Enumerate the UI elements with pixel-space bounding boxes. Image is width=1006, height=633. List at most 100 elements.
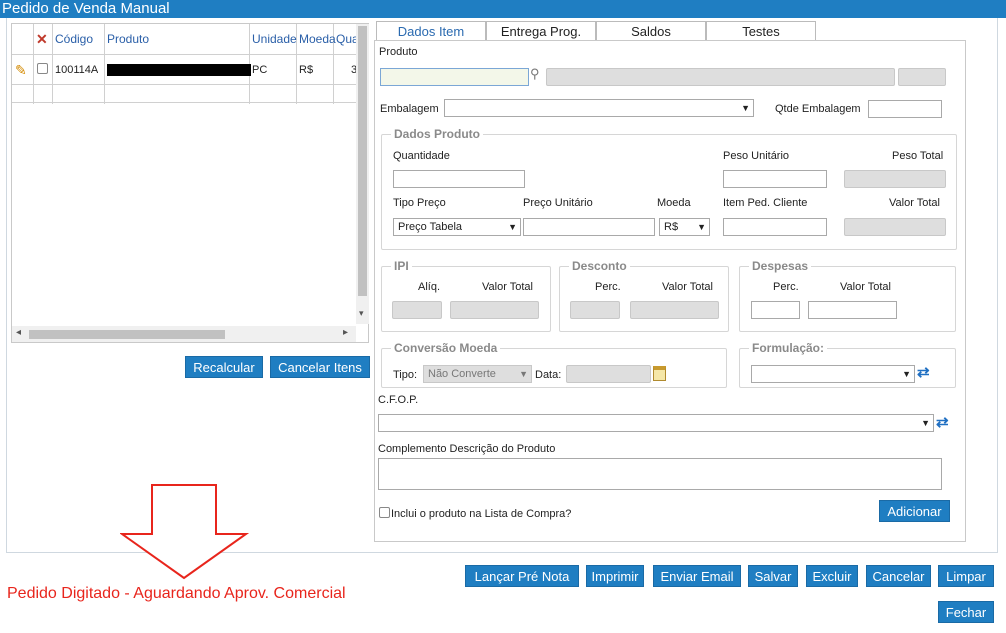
embalagem-label: Embalagem: [380, 103, 439, 115]
chevron-down-icon: ▼: [697, 222, 706, 232]
enviar-email-button[interactable]: Enviar Email: [653, 565, 741, 587]
scroll-left-arrow-icon[interactable]: ◂: [16, 327, 21, 338]
valor-total-label: Valor Total: [889, 197, 940, 209]
vertical-scroll-thumb[interactable]: [358, 26, 367, 296]
cancelar-itens-button[interactable]: Cancelar Itens: [270, 356, 370, 378]
header-codigo[interactable]: Código: [55, 24, 93, 54]
status-message: Pedido Digitado - Aguardando Aprov. Come…: [7, 585, 346, 602]
chevron-down-icon: ▼: [519, 369, 528, 379]
produto-extra-field: [898, 68, 946, 86]
cfop-label: C.F.O.P.: [378, 394, 419, 406]
qtde-embalagem-input[interactable]: [868, 100, 942, 118]
vertical-scrollbar[interactable]: ▾: [356, 24, 369, 324]
preco-unitario-label: Preço Unitário: [523, 197, 593, 209]
tab-saldos[interactable]: Saldos: [596, 21, 706, 41]
conversao-tipo-label: Tipo:: [393, 369, 418, 381]
moeda-select[interactable]: R$ ▼: [659, 218, 710, 236]
tab-testes[interactable]: Testes: [706, 21, 816, 41]
inclui-lista-checkbox[interactable]: [379, 507, 390, 518]
tab-dados-item[interactable]: Dados Item: [376, 21, 486, 41]
desconto-valor-total-field: [630, 301, 719, 319]
chevron-down-icon: ▼: [508, 222, 517, 232]
despesas-fieldset: [739, 266, 956, 332]
ipi-valor-total-label: Valor Total: [482, 281, 533, 293]
desconto-perc-field: [570, 301, 620, 319]
header-unidade[interactable]: Unidade: [252, 24, 297, 54]
item-ped-cliente-input[interactable]: [723, 218, 827, 236]
chevron-down-icon: ▼: [902, 369, 911, 379]
formulacao-legend: Formulação:: [749, 341, 828, 355]
peso-unitario-label: Peso Unitário: [723, 150, 790, 162]
ipi-aliq-field: [392, 301, 442, 319]
despesas-valor-total-input[interactable]: [808, 301, 897, 319]
row-unidade: PC: [252, 64, 268, 76]
complemento-label: Complemento Descrição do Produto: [378, 443, 556, 455]
excluir-button[interactable]: Excluir: [806, 565, 858, 587]
scroll-right-arrow-icon[interactable]: ▸: [343, 327, 348, 338]
salvar-button[interactable]: Salvar: [748, 565, 798, 587]
tipo-preco-select[interactable]: Preço Tabela ▼: [393, 218, 521, 236]
formulacao-select[interactable]: ▼: [751, 365, 915, 383]
chevron-down-icon: ▼: [741, 103, 750, 113]
adicionar-button[interactable]: Adicionar: [879, 500, 950, 522]
produto-input[interactable]: [380, 68, 529, 86]
items-grid: ✕ Código Produto Unidade Moeda Qua ✎ 100…: [11, 23, 369, 343]
conversao-data-field: [566, 365, 651, 383]
despesas-perc-input[interactable]: [751, 301, 800, 319]
header-quantidade[interactable]: Qua: [336, 24, 356, 54]
ipi-legend: IPI: [391, 259, 412, 273]
tab-entrega-prog[interactable]: Entrega Prog.: [486, 21, 596, 41]
cfop-select[interactable]: ▼: [378, 414, 934, 432]
header-moeda[interactable]: Moeda: [299, 24, 336, 54]
valor-total-field: [844, 218, 946, 236]
item-ped-cliente-label: Item Ped. Cliente: [723, 197, 808, 209]
scroll-down-arrow-icon[interactable]: ▾: [359, 308, 364, 319]
fechar-button[interactable]: Fechar: [938, 601, 994, 623]
horizontal-scrollbar[interactable]: ◂ ▸: [12, 326, 356, 342]
embalagem-select[interactable]: ▼: [444, 99, 754, 117]
calendar-icon[interactable]: [653, 366, 666, 381]
cancelar-button[interactable]: Cancelar: [866, 565, 931, 587]
row-moeda: R$: [299, 64, 314, 76]
refresh-cfop-icon[interactable]: ⇄: [936, 413, 949, 431]
peso-total-label: Peso Total: [892, 150, 944, 162]
conversao-tipo-value: Não Converte: [428, 368, 496, 380]
peso-unitario-input[interactable]: [723, 170, 827, 188]
conversao-tipo-select: Não Converte ▼: [423, 365, 532, 383]
edit-pencil-icon[interactable]: ✎: [15, 55, 27, 85]
chevron-down-icon: ▼: [921, 418, 930, 428]
redacted-produto: [107, 64, 251, 76]
ipi-valor-total-field: [450, 301, 539, 319]
delete-icon[interactable]: ✕: [36, 24, 48, 54]
dados-produto-legend: Dados Produto: [391, 127, 483, 141]
lancar-pre-nota-button[interactable]: Lançar Pré Nota: [465, 565, 579, 587]
search-icon[interactable]: ⚲: [530, 66, 540, 82]
produto-label: Produto: [379, 46, 418, 58]
despesas-perc-label: Perc.: [773, 281, 799, 293]
conversao-moeda-legend: Conversão Moeda: [391, 341, 501, 355]
ipi-aliq-label: Alíq.: [418, 281, 441, 293]
inclui-lista-label: Inclui o produto na Lista de Compra?: [391, 508, 572, 520]
desconto-valor-total-label: Valor Total: [662, 281, 713, 293]
header-produto[interactable]: Produto: [107, 24, 149, 54]
recalcular-button[interactable]: Recalcular: [185, 356, 263, 378]
preco-unitario-input[interactable]: [523, 218, 655, 236]
imprimir-button[interactable]: Imprimir: [586, 565, 644, 587]
desconto-perc-label: Perc.: [595, 281, 621, 293]
desconto-legend: Desconto: [569, 259, 630, 273]
down-arrow-annotation-icon: [120, 484, 250, 580]
peso-total-field: [844, 170, 946, 188]
refresh-formulacao-icon[interactable]: ⇄: [917, 363, 930, 381]
moeda-label: Moeda: [657, 197, 691, 209]
window-title: Pedido de Venda Manual: [0, 0, 1006, 18]
horizontal-scroll-thumb[interactable]: [29, 330, 225, 339]
despesas-valor-total-label: Valor Total: [840, 281, 891, 293]
complemento-textarea[interactable]: [378, 458, 942, 490]
row-codigo: 100114A: [55, 64, 99, 76]
row-checkbox[interactable]: [37, 63, 48, 74]
conversao-data-label: Data:: [535, 369, 562, 381]
quantidade-label: Quantidade: [393, 150, 450, 162]
quantidade-input[interactable]: [393, 170, 525, 188]
desconto-fieldset: [559, 266, 729, 332]
limpar-button[interactable]: Limpar: [938, 565, 994, 587]
